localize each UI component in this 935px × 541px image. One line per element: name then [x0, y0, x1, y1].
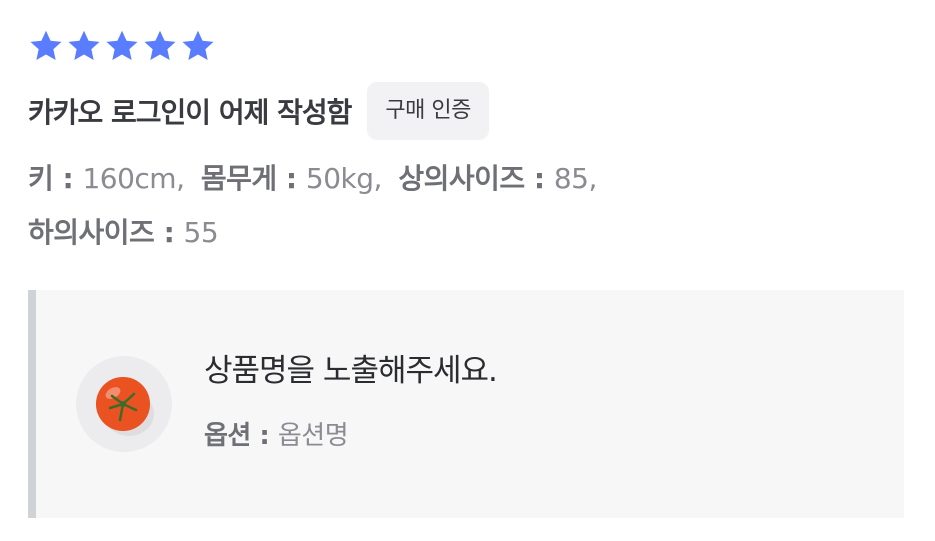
option-value: 옵션명 — [277, 421, 349, 451]
separator: : — [62, 162, 74, 195]
product-card[interactable]: 상품명을 노출해주세요. 옵션 : 옵션명 — [28, 290, 904, 518]
bottom-size-label: 하의사이즈 — [28, 216, 155, 249]
purchase-verified-badge: 구매 인증 — [367, 82, 489, 140]
star-icon — [104, 28, 140, 64]
weight-label: 몸무게 — [200, 162, 277, 195]
product-thumbnail[interactable] — [76, 356, 172, 452]
bottom-size-value: 55 — [183, 216, 219, 249]
body-info-line-1: 키 : 160cm, 몸무게 : 50kg, 상의사이즈 : 85, — [28, 152, 728, 206]
star-icon — [66, 28, 102, 64]
star-icon — [28, 28, 64, 64]
star-icon — [142, 28, 178, 64]
height-label: 키 — [28, 162, 54, 195]
star-icon — [180, 28, 216, 64]
star-rating — [28, 28, 216, 64]
top-size-value: 85, — [553, 162, 598, 195]
height-value: 160cm, — [82, 162, 185, 195]
separator: : — [285, 162, 297, 195]
reviewer-body-info: 키 : 160cm, 몸무게 : 50kg, 상의사이즈 : 85, 하의사이즈… — [28, 152, 728, 260]
review-author: 카카오 로그인이 어제 작성함 — [28, 96, 352, 129]
tomato-icon — [96, 377, 154, 436]
separator: : — [259, 421, 270, 451]
separator: : — [163, 216, 175, 249]
review-header: 카카오 로그인이 어제 작성함 구매 인증 — [28, 82, 489, 140]
top-size-label: 상의사이즈 — [398, 162, 525, 195]
product-option: 옵션 : 옵션명 — [204, 415, 349, 452]
option-label: 옵션 — [204, 421, 251, 451]
separator: : — [533, 162, 545, 195]
body-info-line-2: 하의사이즈 : 55 — [28, 206, 728, 260]
weight-value: 50kg, — [305, 162, 383, 195]
product-name[interactable]: 상품명을 노출해주세요. — [204, 345, 498, 390]
